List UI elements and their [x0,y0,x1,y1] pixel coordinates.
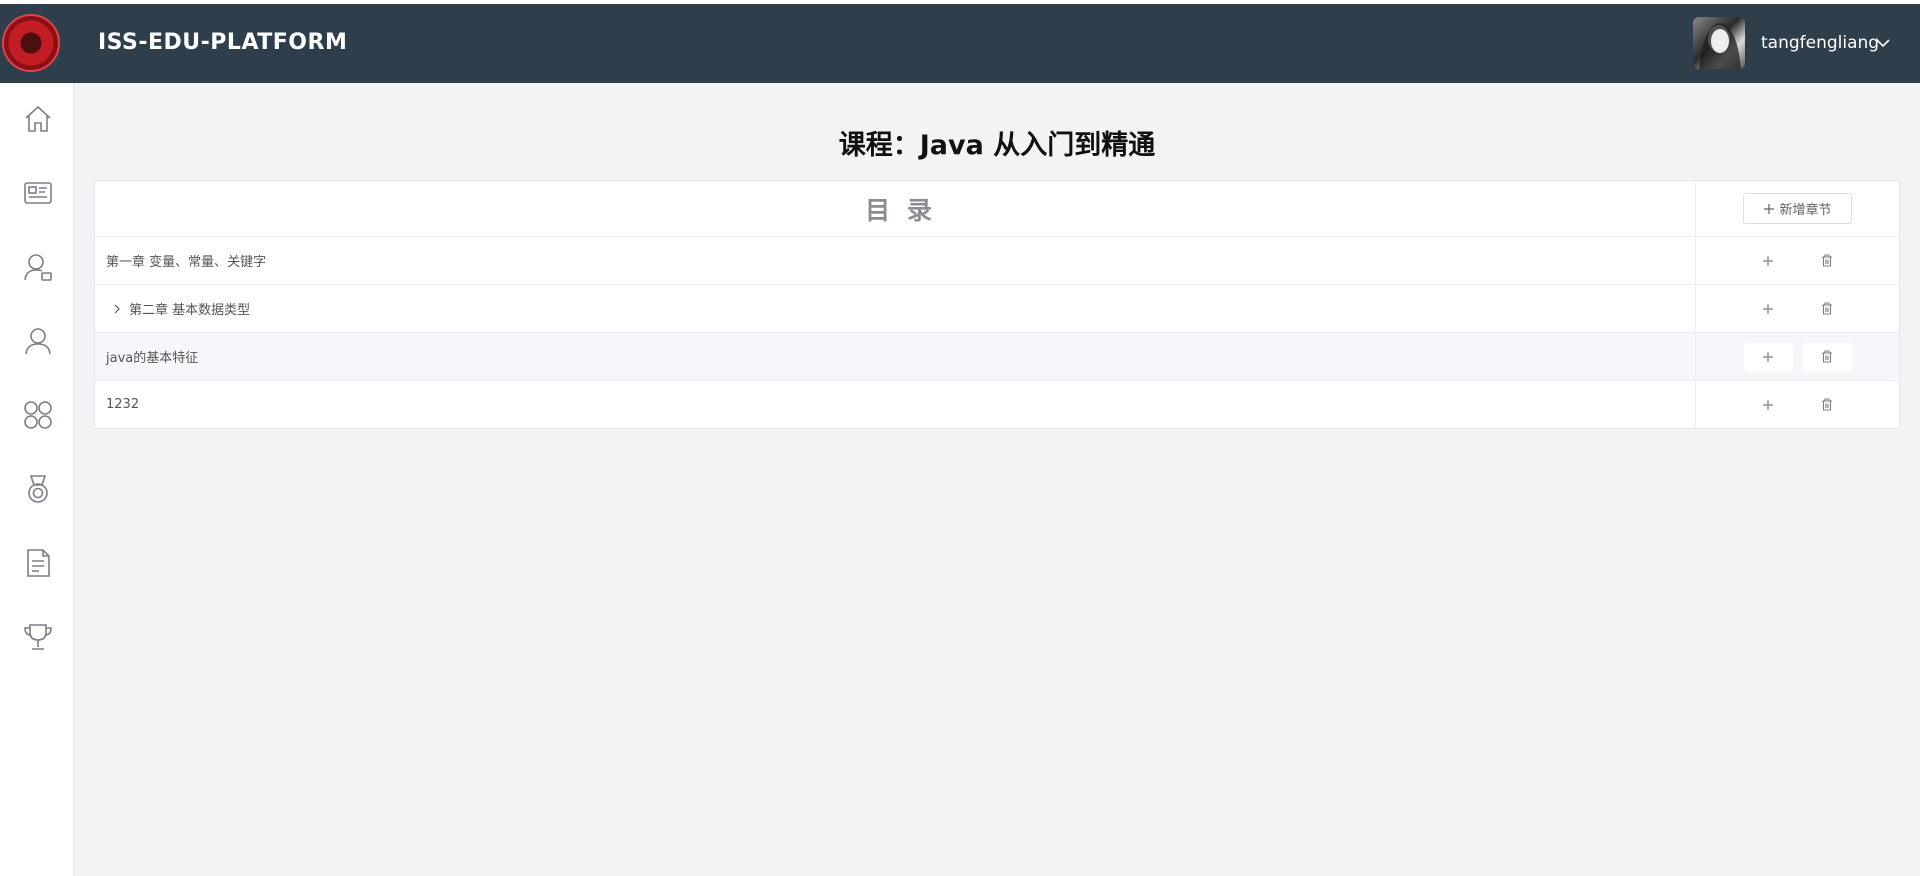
app-title: ISS-EDU-PLATFORM [98,30,348,55]
plus-icon [1763,351,1773,362]
chevron-down-icon[interactable] [1876,38,1890,48]
toc-header-row: 目 录 新增章节 [95,181,1899,236]
delete-button[interactable] [1803,295,1852,323]
add-chapter-button[interactable]: 新增章节 [1743,193,1852,224]
top-header: ISS-EDU-PLATFORM tangfengliang [0,4,1920,83]
document-icon[interactable] [22,547,54,579]
trash-icon [1822,398,1832,411]
chevron-right-icon[interactable] [113,304,121,314]
plus-icon [1763,399,1773,410]
table-row[interactable]: 第一章 变量、常量、关键字 [95,236,1899,284]
add-section-button[interactable] [1744,295,1793,323]
trash-icon [1822,254,1832,267]
main-content: 课程：Java 从入门到精通 目 录 新增章节 第一章 变量、常量、关键字 第二… [74,83,1920,876]
trash-icon [1822,302,1832,315]
plus-icon [1763,255,1773,266]
avatar[interactable] [1693,17,1745,69]
chapter-label: 1232 [106,397,140,412]
chapter-label: 第二章 基本数据类型 [129,303,251,318]
trash-icon [1822,350,1832,363]
platform-logo[interactable] [2,14,60,72]
page-title: 课程：Java 从入门到精通 [838,130,1156,161]
delete-button[interactable] [1803,247,1852,275]
chapter-label: 第一章 变量、常量、关键字 [106,255,267,270]
user-badge-icon[interactable] [22,251,54,283]
delete-button[interactable] [1803,391,1852,419]
add-chapter-label: 新增章节 [1779,203,1832,218]
id-card-icon[interactable] [22,177,54,209]
add-section-button[interactable] [1743,342,1793,371]
user-icon[interactable] [22,325,54,357]
avatar-portrait-icon [1699,23,1741,69]
add-section-button[interactable] [1744,391,1793,419]
plus-icon [1764,203,1775,214]
toc-table: 目 录 新增章节 第一章 变量、常量、关键字 第二章 基本数据类型 java的基… [94,180,1900,429]
sidebar [0,83,74,876]
chapter-label: java的基本特征 [106,351,199,366]
plus-icon [1763,303,1773,314]
user-name[interactable]: tangfengliang [1761,33,1879,53]
table-row[interactable]: 1232 [95,380,1899,428]
delete-button[interactable] [1802,342,1852,371]
toc-title: 目 录 [865,195,936,225]
medal-icon[interactable] [22,473,54,505]
table-row[interactable]: 第二章 基本数据类型 [95,284,1899,332]
apps-icon[interactable] [22,399,54,431]
add-section-button[interactable] [1744,247,1793,275]
home-icon[interactable] [22,103,54,135]
table-row[interactable]: java的基本特征 [95,332,1899,380]
trophy-icon[interactable] [22,621,54,653]
